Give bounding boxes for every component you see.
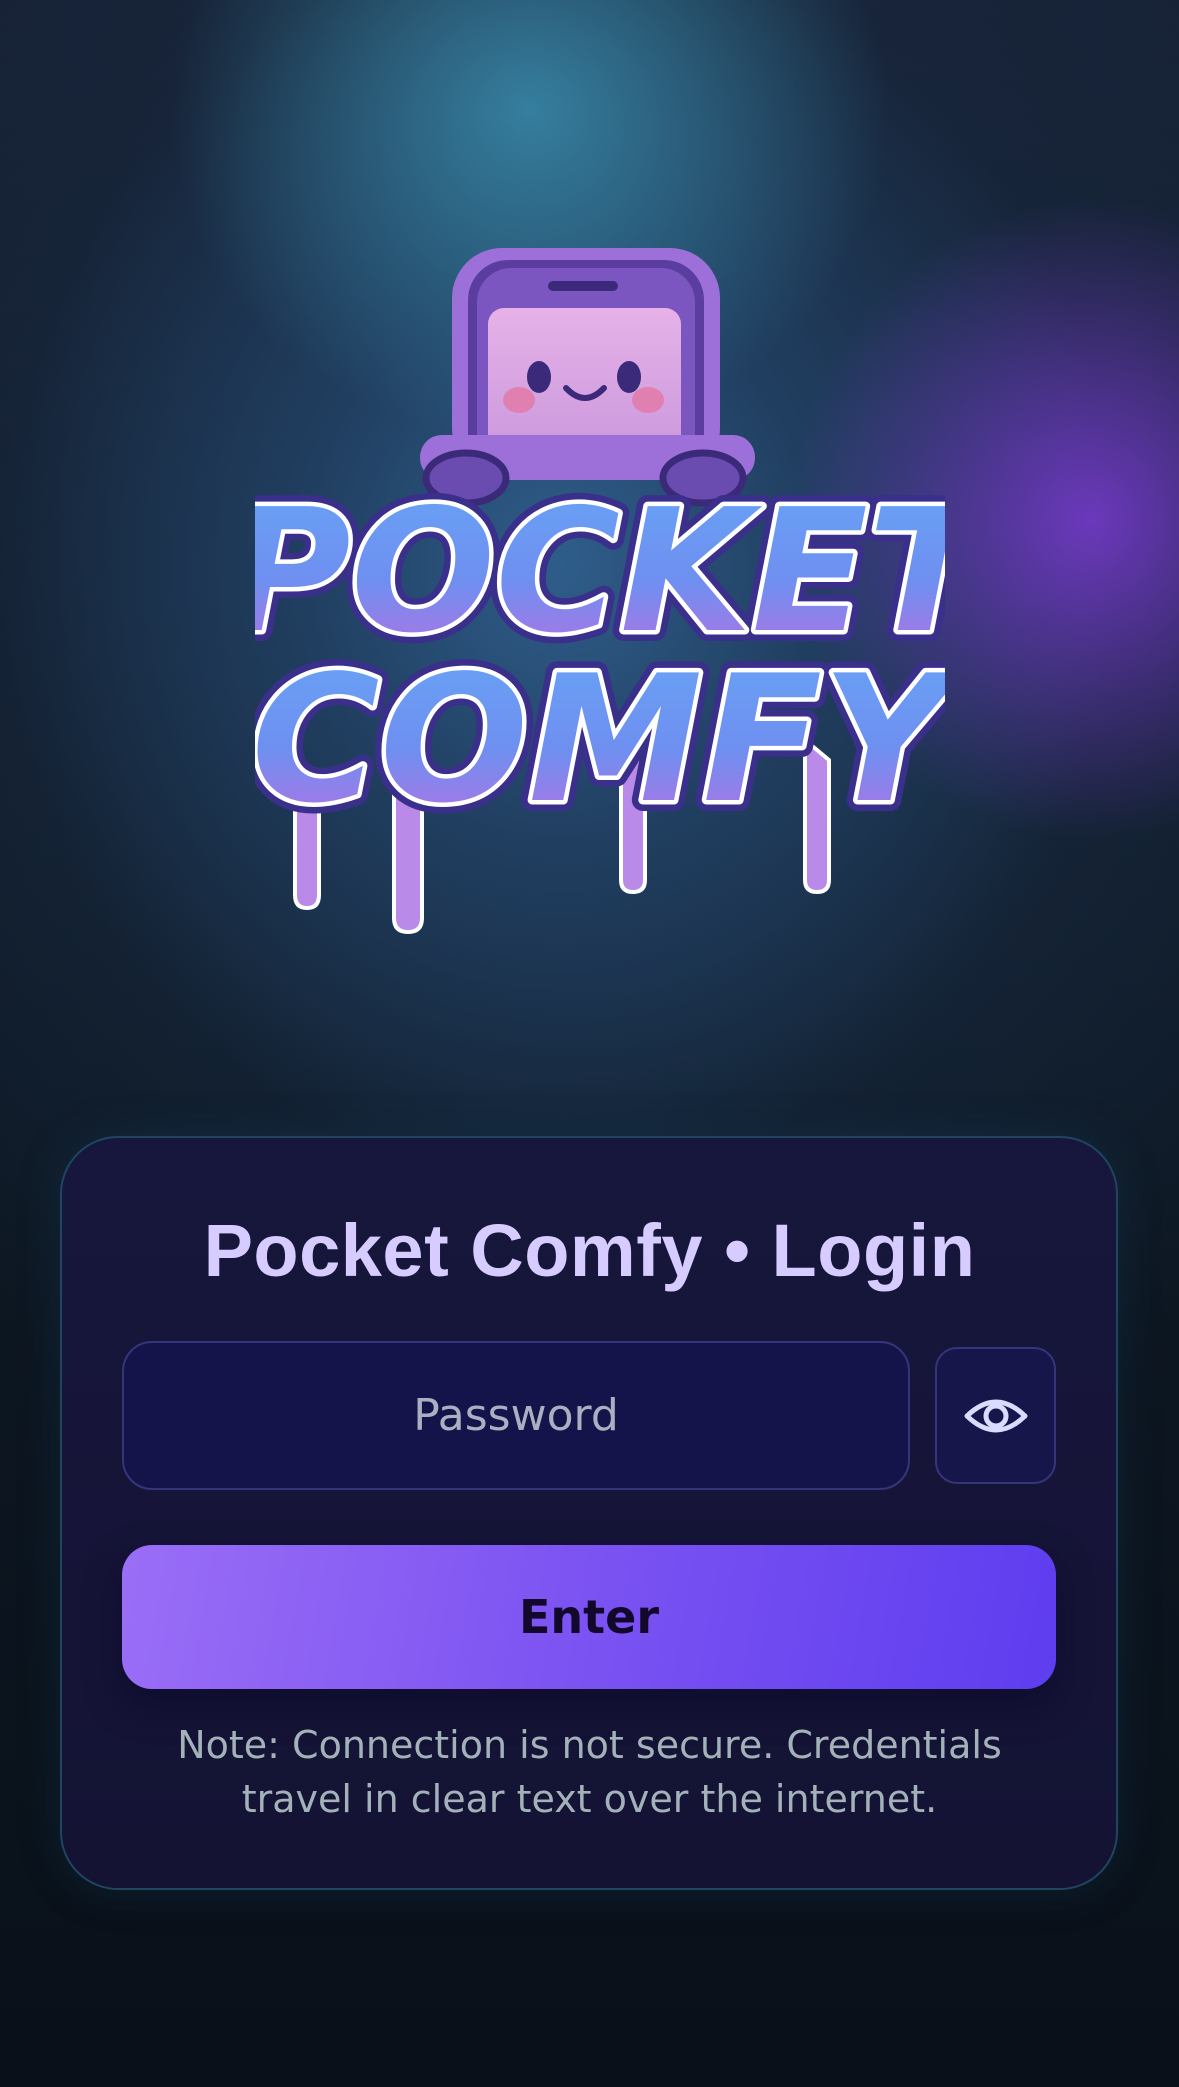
password-input[interactable]	[122, 1341, 910, 1490]
toggle-password-visibility-button[interactable]	[935, 1347, 1056, 1484]
enter-button[interactable]: Enter	[122, 1545, 1056, 1689]
logo-line2: COMFY	[255, 639, 945, 842]
logo-graphic: POCKET POCKET POCKET COMFY COMFY COMFY	[255, 248, 945, 935]
phone-mascot-icon	[420, 248, 755, 507]
security-note: Note: Connection is not secure. Credenti…	[177, 1723, 1002, 1821]
pocket-comfy-logo: POCKET POCKET POCKET COMFY COMFY COMFY	[255, 240, 945, 940]
login-screen: POCKET POCKET POCKET COMFY COMFY COMFY P…	[0, 0, 1179, 2087]
login-title: Pocket Comfy • Login	[203, 1209, 976, 1292]
eye-icon	[964, 1399, 1027, 1432]
